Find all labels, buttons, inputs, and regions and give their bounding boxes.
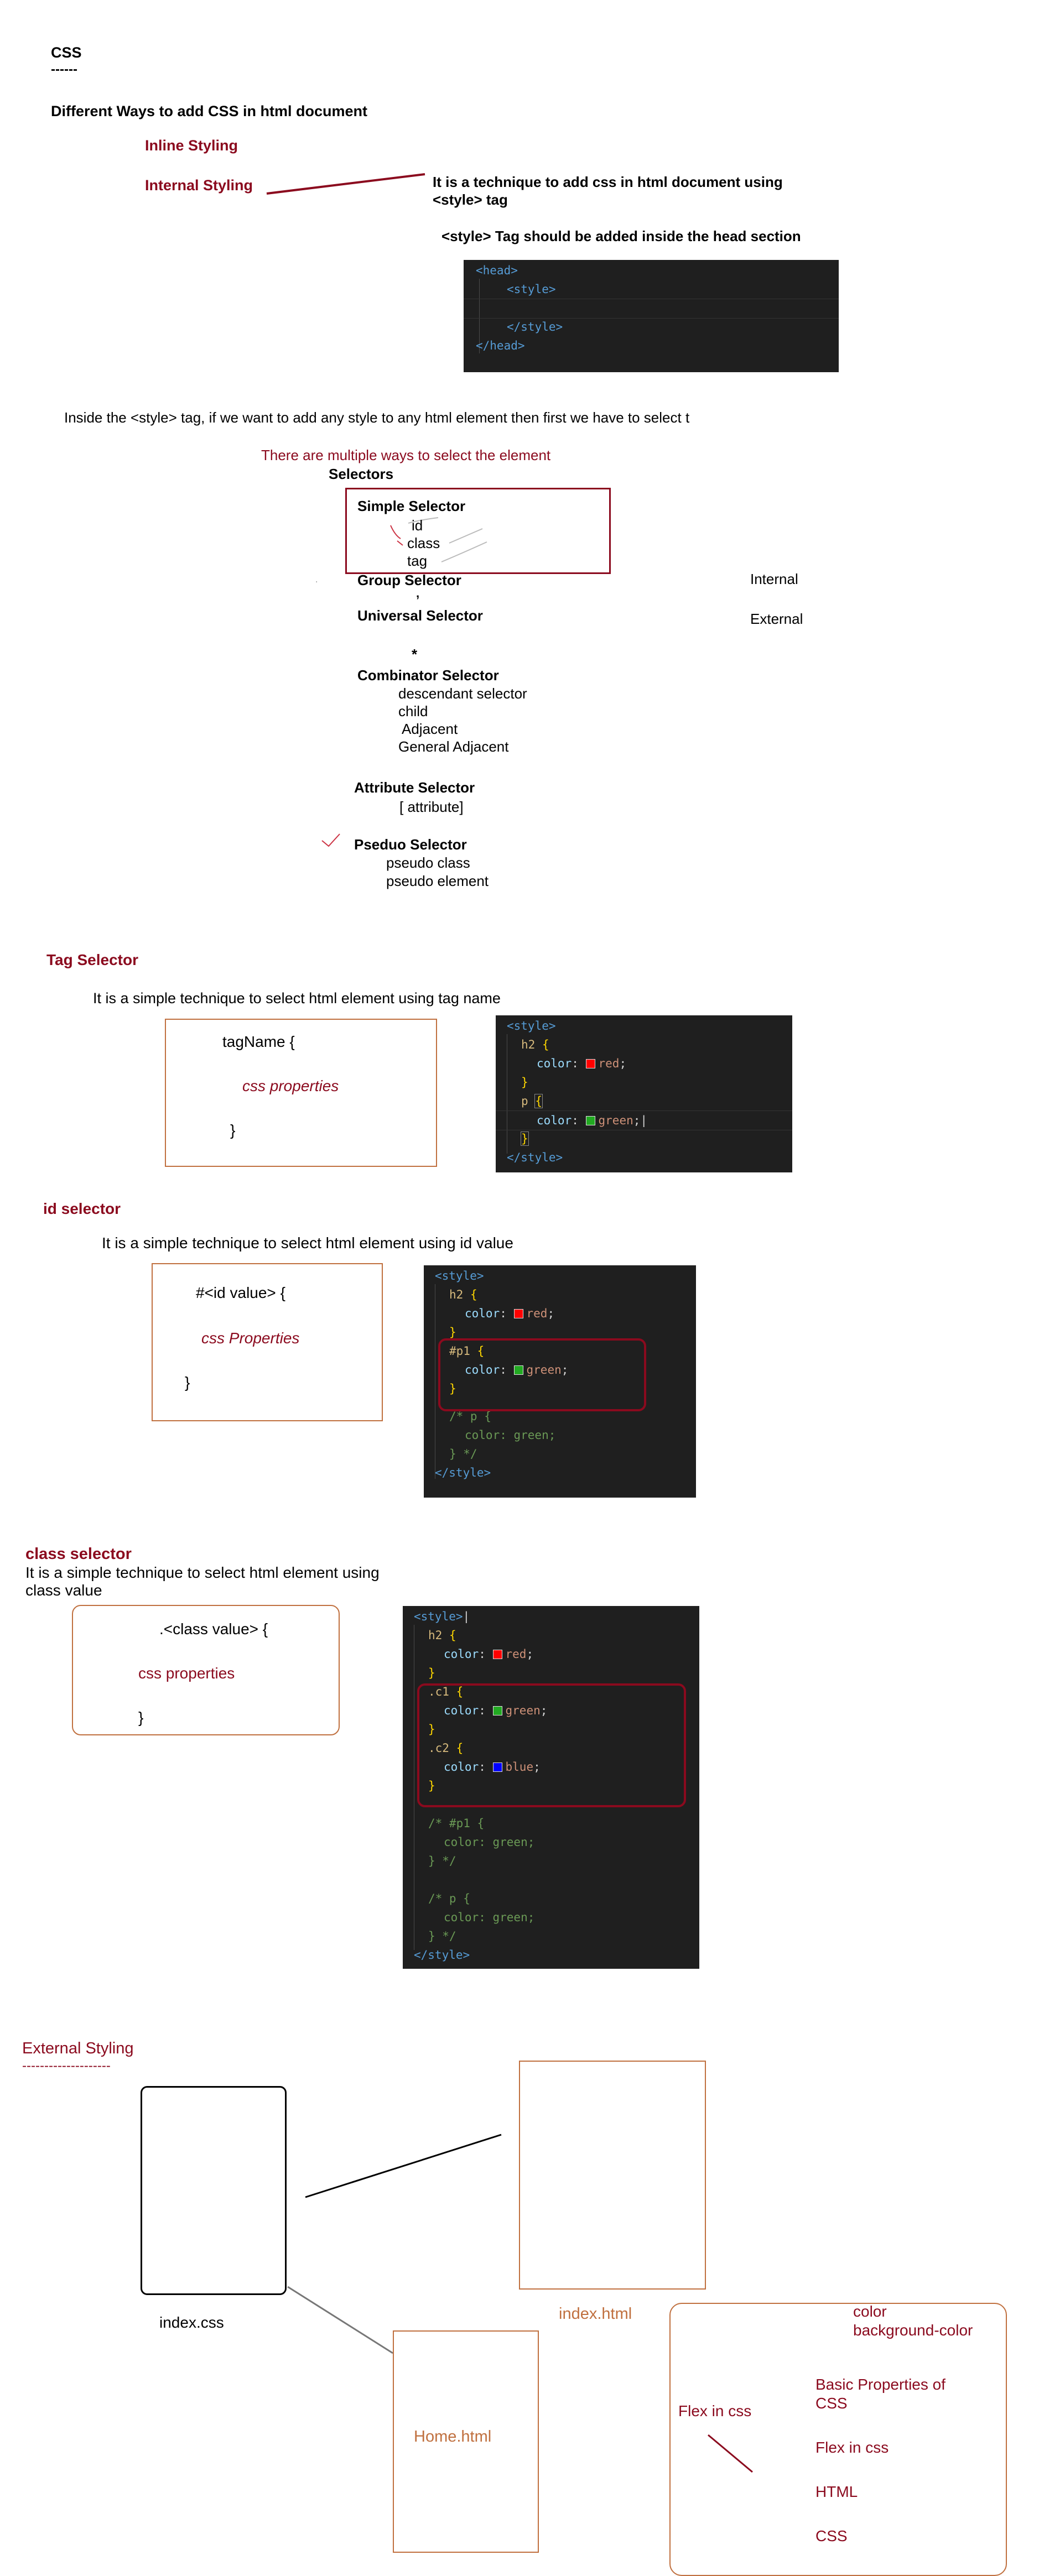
class-selector-desc1: It is a simple technique to select html …: [25, 1564, 380, 1581]
id-syntax-line3: }: [185, 1374, 190, 1391]
notes-html: HTML: [815, 2483, 858, 2500]
class-highlight-box: [417, 1683, 686, 1807]
notes-basic-properties-1: Basic Properties of: [815, 2376, 946, 2393]
index-css-file-box: [141, 2086, 287, 2295]
index-html-label: index.html: [559, 2305, 632, 2323]
code-style-close: </style>: [507, 320, 563, 333]
tag-syntax-line1: tagName {: [222, 1033, 295, 1050]
index-html-file-box: [519, 2061, 706, 2290]
universal-selector-label: Universal Selector: [357, 607, 483, 624]
notes-basic-properties-2: CSS: [815, 2395, 848, 2412]
css-to-index-line: [305, 2134, 502, 2198]
internal-note-line2: <style> tag: [433, 191, 508, 208]
notes-background-color: background-color: [853, 2322, 973, 2339]
class-selector-desc2: class value: [25, 1582, 102, 1599]
simple-item-tag: tag: [407, 552, 428, 569]
tag-selector-desc: It is a simple technique to select html …: [93, 990, 501, 1007]
combinator-selector-label: Combinator Selector: [357, 667, 499, 684]
notes-css: CSS: [815, 2527, 848, 2544]
id-syntax-line1: #<id value> {: [196, 1284, 285, 1301]
selectors-heading: Selectors: [329, 466, 394, 482]
select-note: Inside the <style> tag, if we want to ad…: [64, 409, 690, 426]
group-selector-label: Group Selector: [357, 572, 461, 588]
side-label-external: External: [750, 611, 803, 627]
green-swatch[interactable]: [585, 1116, 595, 1125]
tag-syntax-line3: }: [230, 1122, 236, 1139]
internal-arrow-line: [266, 173, 425, 195]
external-styling-title: External Styling: [22, 2040, 134, 2057]
head-section-note: <style> Tag should be added inside the h…: [441, 228, 801, 244]
attribute-item: [ attribute]: [399, 799, 464, 815]
index-css-label: index.css: [159, 2314, 224, 2331]
notes-color: color: [853, 2303, 887, 2320]
combinator-item-general-adjacent: General Adjacent: [398, 738, 509, 755]
css-to-home-line: [287, 2286, 393, 2354]
id-selector-desc: It is a simple technique to select html …: [102, 1234, 513, 1252]
tag-syntax-line2: css properties: [242, 1077, 339, 1094]
class-code-block: <style>| h2 { color: red; } .c1 { color:…: [403, 1606, 699, 1969]
red-swatch[interactable]: [492, 1650, 502, 1659]
tag-selector-title: Tag Selector: [46, 951, 138, 968]
pseudo-selector-label: Pseduo Selector: [354, 836, 467, 853]
combinator-item-child: child: [398, 703, 428, 719]
notes-flex-left: Flex in css: [678, 2402, 752, 2419]
class-syntax-line2: css properties: [138, 1665, 235, 1682]
class-selector-title: class selector: [25, 1545, 132, 1563]
multiple-ways-note: There are multiple ways to select the el…: [261, 447, 551, 463]
id-syntax-line2: css Properties: [201, 1329, 300, 1347]
home-html-label: Home.html: [414, 2428, 492, 2445]
p1-highlight-box: [438, 1338, 646, 1411]
simple-item-id: id: [412, 517, 423, 534]
id-code-block: <style> h2 { color: red; } #p1 { color: …: [424, 1265, 696, 1498]
code-head-close: </head>: [476, 339, 525, 352]
pseudo-item-class: pseudo class: [386, 854, 470, 871]
code-head-open: <head>: [476, 264, 518, 277]
head-code-block: <head> <style> </style> </head>: [464, 260, 839, 372]
simple-selector-label: Simple Selector: [357, 498, 466, 514]
group-mark: ,: [416, 586, 420, 600]
attribute-selector-label: Attribute Selector: [354, 779, 475, 796]
internal-note-line1: It is a technique to add css in html doc…: [433, 174, 783, 190]
combinator-item-adjacent: Adjacent: [402, 721, 458, 737]
simple-item-class: class: [407, 535, 440, 551]
side-label-internal: Internal: [750, 571, 798, 587]
tag-code-block: <style> h2 { color: red; } p { color: gr…: [496, 1015, 792, 1172]
notes-flex: Flex in css: [815, 2439, 889, 2456]
pseudo-check-mark: [321, 833, 340, 847]
pseudo-item-element: pseudo element: [386, 873, 489, 889]
class-syntax-line1: .<class value> {: [159, 1620, 268, 1638]
code-style-open: <style>: [507, 283, 556, 296]
combinator-item-descendant: descendant selector: [398, 685, 527, 702]
external-styling-underline: --------------------: [22, 2058, 111, 2073]
universal-mark: *: [412, 646, 418, 663]
red-swatch[interactable]: [513, 1309, 523, 1318]
class-syntax-line3: }: [138, 1709, 144, 1726]
red-swatch[interactable]: [585, 1059, 595, 1068]
id-selector-title: id selector: [43, 1200, 121, 1217]
